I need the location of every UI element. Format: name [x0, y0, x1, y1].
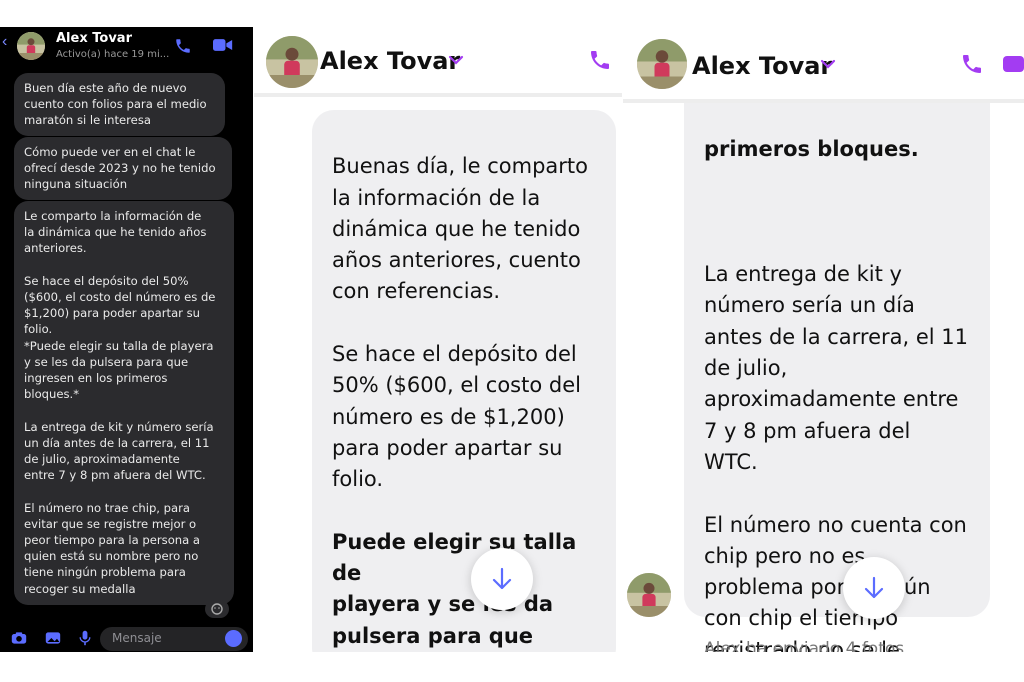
avatar[interactable] — [266, 36, 318, 88]
active-status: Activo(a) hace 19 mi... — [56, 49, 170, 60]
reaction-icon[interactable] — [205, 600, 229, 618]
message-text: La entrega de kit y número sería un día … — [704, 262, 969, 652]
phone-icon[interactable] — [174, 37, 192, 55]
message-bubble-2: Cómo puede ver en el chat le ofrecí desd… — [14, 137, 232, 200]
message-bubble: primeros bloques. La entrega de kit y nú… — [684, 67, 990, 652]
message-bubble-3: Le comparto la información de la dinámic… — [14, 201, 234, 605]
video-icon[interactable] — [1003, 54, 1024, 74]
chat-header: ‹ Alex Tovar Activo(a) hace 19 mi... — [0, 27, 253, 67]
gallery-icon[interactable] — [45, 630, 61, 646]
sender-avatar[interactable] — [627, 573, 671, 617]
composer-bar: Mensaje — [0, 625, 253, 652]
back-arrow-icon[interactable]: ‹ — [2, 33, 7, 51]
chevron-down-icon[interactable] — [820, 58, 836, 70]
chat-header: Alex Tovar — [623, 27, 1024, 103]
message-input-placeholder: Mensaje — [112, 631, 162, 645]
dark-chat-screenshot: ‹ Alex Tovar Activo(a) hace 19 mi... Bue… — [0, 27, 253, 652]
chevron-down-icon[interactable] — [448, 54, 464, 66]
chat-header: Alex Tovar — [254, 27, 622, 97]
message-bubble-1: Buen día este año de nuevo cuento con fo… — [14, 73, 225, 136]
microphone-icon[interactable] — [77, 630, 93, 646]
contact-name[interactable]: Alex Tovar — [56, 31, 132, 46]
video-icon[interactable] — [213, 37, 233, 53]
scroll-down-button[interactable] — [471, 548, 533, 610]
phone-icon[interactable] — [960, 52, 984, 76]
sent-photos-notice: Alex ha enviado 4 fotos — [704, 639, 905, 652]
message-text: Buenas día, le comparto la información d… — [332, 154, 589, 492]
arrow-down-icon — [864, 576, 884, 599]
light-chat-screenshot-1: Alex Tovar Buenas día, le comparto la in… — [254, 27, 622, 652]
scroll-down-button[interactable] — [843, 557, 905, 619]
contact-name[interactable]: Alex Tovar — [692, 52, 832, 80]
light-chat-screenshot-2: Alex Tovar primeros bloques. La entrega … — [623, 27, 1024, 652]
phone-icon[interactable] — [588, 48, 612, 72]
message-bold-text: primeros bloques. — [704, 137, 919, 162]
emoji-icon[interactable] — [225, 630, 242, 647]
camera-icon[interactable] — [11, 630, 27, 646]
message-bold-text: Puede elegir su talla de playera y se le… — [332, 529, 577, 648]
message-bubble: Buenas día, le comparto la información d… — [312, 110, 616, 652]
avatar[interactable] — [17, 32, 45, 60]
arrow-down-icon — [492, 567, 512, 590]
avatar[interactable] — [637, 39, 687, 89]
contact-name[interactable]: Alex Tovar — [320, 47, 460, 75]
